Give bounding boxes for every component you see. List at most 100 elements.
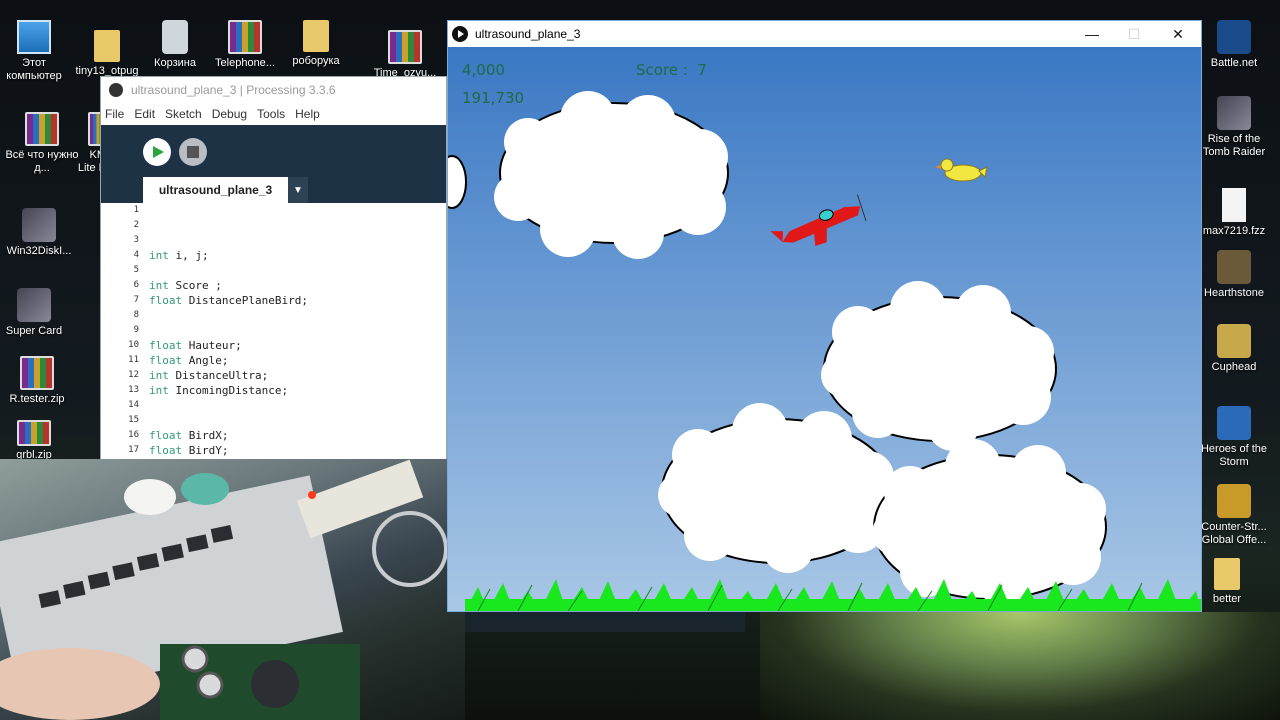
recycle-bin-icon xyxy=(162,20,188,54)
code-keyword: int xyxy=(149,249,169,262)
line-number: 17 xyxy=(128,445,139,455)
line-number: 12 xyxy=(128,370,139,380)
desktop-icon-tiny13[interactable]: tiny13_otpug xyxy=(70,30,144,78)
desktop-icon-time-ozvu[interactable]: Time_ozvu... xyxy=(368,30,442,80)
menu-help[interactable]: Help xyxy=(295,107,320,121)
folder-icon xyxy=(1214,558,1240,590)
hud-distance-value: 4,000 xyxy=(462,61,505,79)
desktop-icon-hearthstone[interactable]: Hearthstone xyxy=(1197,250,1271,300)
power-strip-shape xyxy=(296,459,424,539)
desktop-icon-r-tester[interactable]: R.tester.zip xyxy=(0,356,74,406)
code-area[interactable]: int i, j; int Score ; float DistancePlaneB… xyxy=(143,203,446,459)
menu-debug[interactable]: Debug xyxy=(212,107,247,121)
line-number: 7 xyxy=(133,295,139,305)
menu-edit[interactable]: Edit xyxy=(134,107,155,121)
ide-titlebar[interactable]: ultrasound_plane_3 | Processing 3.3.6 xyxy=(101,77,446,103)
minimize-button[interactable]: — xyxy=(1071,21,1113,47)
desktop-icon-archive[interactable]: Всё что нужно д... xyxy=(5,112,79,175)
desktop-icon-heroes[interactable]: Heroes of the Storm xyxy=(1197,406,1271,469)
desktop-icon-win32diskimager[interactable]: Win32DiskI... xyxy=(2,208,76,258)
line-number: 8 xyxy=(133,310,139,320)
stop-button[interactable] xyxy=(179,138,207,166)
desktop-icon-super-card[interactable]: Super Card xyxy=(0,288,71,338)
desktop-strip xyxy=(465,612,745,632)
game-scene xyxy=(437,47,1201,612)
code-line: float Hauteur; xyxy=(149,338,446,353)
game-canvas[interactable]: 4,000 191,730 Score : 7 xyxy=(437,47,1201,612)
desktop-icon-label: Heroes of the Storm xyxy=(1200,443,1268,468)
game-window: ultrasound_plane_3 — ☐ ✕ 4,000 191,730 S… xyxy=(437,20,1202,612)
code-text: BirdX; xyxy=(182,429,229,442)
menu-sketch[interactable]: Sketch xyxy=(165,107,202,121)
line-number: 4 xyxy=(133,250,139,260)
desktop-icon-grbl[interactable]: grbl.zip xyxy=(0,420,71,462)
folder-icon xyxy=(303,20,329,52)
code-text: Score ; xyxy=(168,279,222,292)
processing-logo-icon xyxy=(109,83,123,97)
desktop-icon-telephone[interactable]: Telephone... xyxy=(208,20,282,70)
webcam-scene-image xyxy=(0,459,448,720)
disk-imager-icon xyxy=(22,208,56,242)
code-editor[interactable]: 1 2 3 4 5 6 7 8 9 10 11 12 13 14 15 16 17 int i, j; int S… xyxy=(101,203,446,459)
winrar-archive-icon xyxy=(20,356,54,390)
game-titlebar[interactable]: ultrasound_plane_3 — ☐ ✕ xyxy=(448,21,1201,47)
maximize-button[interactable]: ☐ xyxy=(1113,21,1155,47)
desktop-icon-label: Этот компьютер xyxy=(6,57,62,82)
desktop-icon-recycle-bin[interactable]: Корзина xyxy=(138,20,212,70)
close-button[interactable]: ✕ xyxy=(1157,21,1199,47)
desktop-icon-label: max7219.fzz xyxy=(1202,225,1266,237)
line-number: 11 xyxy=(128,355,139,365)
webcam-overlay xyxy=(0,459,465,720)
menu-tools[interactable]: Tools xyxy=(257,107,285,121)
code-keyword: int xyxy=(149,369,169,382)
desktop-icon-this-pc[interactable]: Этот компьютер xyxy=(0,20,71,83)
code-line: float Angle; xyxy=(149,353,446,368)
desktop-icon-label: Telephone... xyxy=(215,57,275,69)
desktop-icon-cuphead[interactable]: Cuphead xyxy=(1197,324,1271,374)
menu-file[interactable]: File xyxy=(105,107,124,121)
desktop-icon-battlenet[interactable]: Battle.net xyxy=(1197,20,1271,70)
code-keyword: float xyxy=(149,294,183,307)
computer-icon xyxy=(17,20,51,54)
cfl-bulb-shape xyxy=(124,479,176,515)
desktop-icon-roboruka[interactable]: роборука xyxy=(279,20,353,68)
cloth-shape xyxy=(181,473,229,505)
desktop-icon-max7219[interactable]: max7219.fzz xyxy=(1197,188,1271,238)
code-keyword: int xyxy=(149,279,169,292)
winrar-archive-icon xyxy=(388,30,422,64)
code-text: Angle; xyxy=(182,354,229,367)
desktop-icon-label: Всё что нужно д... xyxy=(5,149,79,174)
winrar-archive-icon xyxy=(25,112,59,146)
code-line: int Score ; xyxy=(149,278,446,293)
code-keyword: float xyxy=(149,339,183,352)
processing-ide-window: ultrasound_plane_3 | Processing 3.3.6 Fi… xyxy=(100,76,447,460)
desktop-icon-csgo[interactable]: Counter-Str... Global Offe... xyxy=(1197,484,1271,547)
tab-ultrasound-plane-3[interactable]: ultrasound_plane_3 xyxy=(143,177,288,203)
code-keyword: float xyxy=(149,444,183,457)
file-icon xyxy=(1222,188,1246,222)
code-keyword: float xyxy=(149,354,183,367)
desktop-icon-label: Корзина xyxy=(154,57,196,69)
line-number: 2 xyxy=(133,220,139,230)
code-line: int IncomingDistance; xyxy=(149,383,446,398)
ide-tabbar: ultrasound_plane_3 ▼ xyxy=(101,177,446,203)
code-line: int DistanceUltra; xyxy=(149,368,446,383)
tab-menu-arrow-icon[interactable]: ▼ xyxy=(288,177,308,203)
desktop-icon-label: Cuphead xyxy=(1211,361,1257,373)
cuphead-icon xyxy=(1217,324,1251,358)
desktop-icon-tomb-raider[interactable]: Rise of the Tomb Raider xyxy=(1197,96,1271,159)
code-keyword: int xyxy=(149,384,169,397)
run-button[interactable] xyxy=(143,138,171,166)
hud-height-value: 191,730 xyxy=(462,89,525,107)
tomb-raider-icon xyxy=(1217,96,1251,130)
line-number: 5 xyxy=(133,265,139,275)
csgo-icon xyxy=(1217,484,1251,518)
hud-score: Score : 7 xyxy=(636,61,707,79)
line-number: 1 xyxy=(133,205,139,215)
desktop-icon-label: Battle.net xyxy=(1210,57,1258,69)
